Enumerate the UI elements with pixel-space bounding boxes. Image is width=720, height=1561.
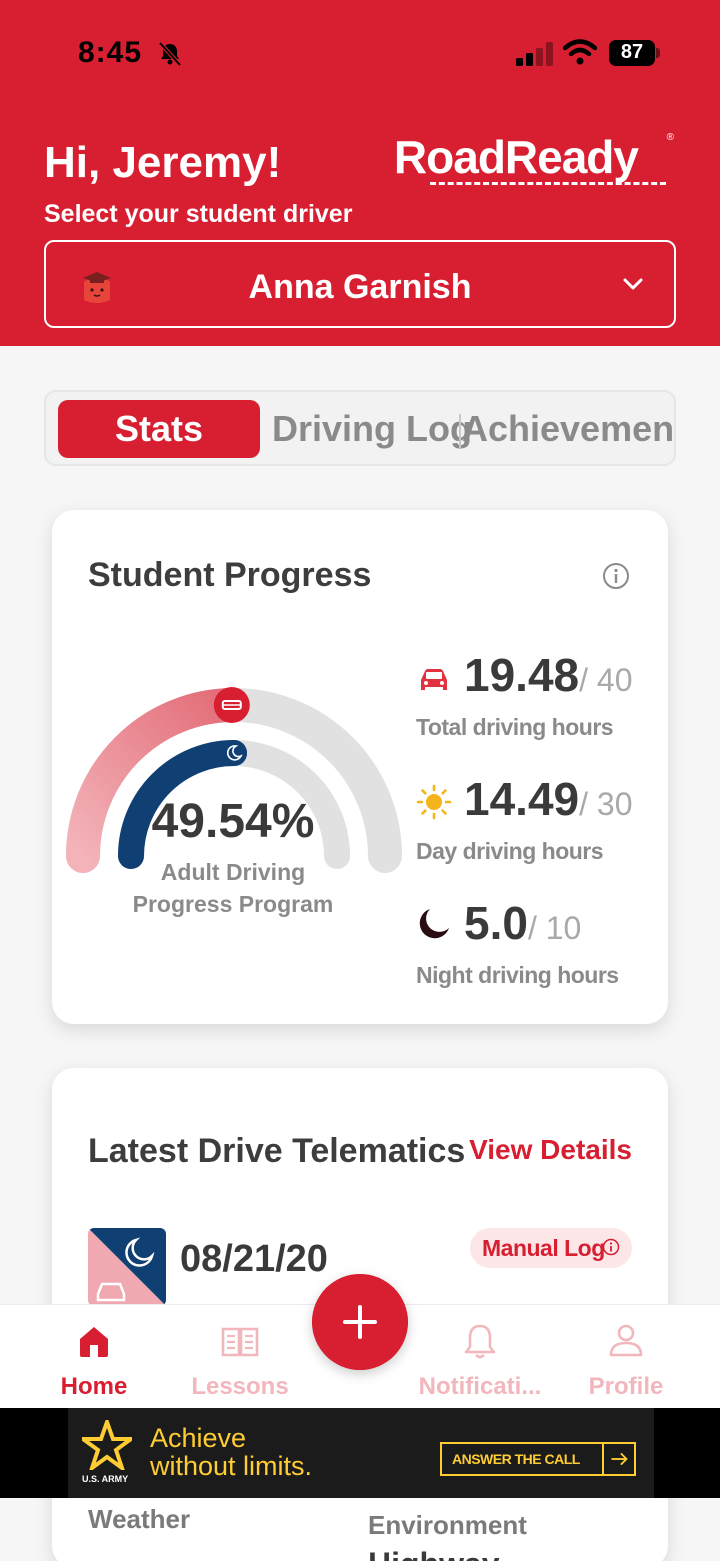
program-label: Adult Driving Progress Program — [132, 859, 334, 917]
arrow-right-icon — [602, 1444, 628, 1474]
selected-driver-name: Anna Garnish — [248, 268, 472, 306]
wifi-icon — [563, 39, 597, 65]
day-hours-label: Day driving hours — [416, 838, 604, 864]
student-progress-title: Student Progress — [88, 556, 372, 594]
total-hours-label: Total driving hours — [416, 714, 614, 740]
chevron-down-icon — [623, 278, 643, 290]
student-driver-dropdown[interactable]: Anna Garnish — [44, 240, 676, 328]
progress-percent: 49.54% — [151, 795, 315, 848]
sun-icon — [416, 784, 452, 820]
tab-driving-log[interactable]: Driving Log — [272, 400, 472, 458]
ad-line-1: Achieve — [150, 1423, 247, 1453]
battery-level: 87 — [620, 41, 644, 63]
view-details-link[interactable]: View Details — [469, 1134, 632, 1166]
logo-text: RoadReady — [393, 131, 639, 183]
nav-notifications-label: Notificati... — [418, 1373, 542, 1400]
registered-mark-icon: ® — [666, 132, 674, 143]
ad-headline: Achieve without limits. — [150, 1424, 312, 1480]
environment-label: Environment — [368, 1510, 527, 1540]
nav-profile[interactable]: Profile — [576, 1305, 676, 1409]
ad-cta-label: ANSWER THE CALL — [452, 1451, 580, 1467]
ad-cta-button[interactable]: ANSWER THE CALL — [440, 1442, 636, 1476]
ad-brand: U.S. ARMY — [82, 1474, 129, 1484]
battery-indicator: 87 — [609, 40, 661, 68]
dashboard-tabs: Stats Driving Log Achievemen — [44, 390, 676, 466]
drive-date: 08/21/20 — [180, 1238, 328, 1280]
greeting: Hi, Jeremy! — [44, 138, 282, 187]
logo-road-line — [430, 182, 666, 185]
day-hours-value: 14.49/ 30 — [464, 773, 633, 825]
nav-home-label: Home — [60, 1373, 128, 1400]
manual-log-badge[interactable]: Manual Log — [470, 1228, 632, 1268]
day-hours-stat: 14.49/ 30 Day driving hours — [416, 772, 656, 872]
student-progress-card: Student Progress 49.54% Adult Driving Pr… — [52, 510, 668, 1024]
nav-notifications[interactable]: Notificati... — [410, 1305, 550, 1409]
environment-value: Highway — [368, 1546, 500, 1561]
info-icon — [602, 1238, 620, 1256]
ad-line-2: without limits. — [150, 1451, 313, 1481]
tab-stats[interactable]: Stats — [58, 400, 260, 458]
ad-content: U.S. ARMY Achieve without limits. ANSWER… — [68, 1408, 654, 1498]
roadready-logo: RoadReady ® — [394, 130, 680, 192]
drive-thumbnail-icon — [88, 1228, 166, 1306]
total-hours-stat: 19.48/ 40 Total driving hours — [416, 648, 656, 748]
app-header: 8:45 87 Hi, Jeremy! Select your student … — [0, 0, 720, 346]
cellular-signal-icon — [516, 42, 553, 66]
info-icon[interactable] — [602, 562, 630, 590]
person-icon — [609, 1324, 643, 1357]
night-hours-label: Night driving hours — [416, 962, 619, 988]
home-icon — [80, 1327, 108, 1357]
status-time: 8:45 — [78, 36, 143, 69]
moon-icon — [419, 909, 449, 939]
gauge-moon-marker — [221, 740, 247, 766]
bell-icon — [464, 1324, 496, 1359]
total-hours-value: 19.48/ 40 — [464, 649, 633, 701]
nav-lessons[interactable]: Lessons — [180, 1305, 300, 1409]
nav-lessons-label: Lessons — [191, 1373, 289, 1400]
select-driver-label: Select your student driver — [44, 200, 353, 228]
add-drive-button[interactable] — [312, 1274, 408, 1370]
manual-log-label: Manual Log — [482, 1235, 605, 1261]
day-hours-goal: / 30 — [579, 786, 633, 822]
book-icon — [221, 1327, 259, 1357]
tab-achievements[interactable]: Achievemen — [462, 400, 674, 458]
total-hours-goal: / 40 — [579, 662, 633, 698]
status-bar: 8:45 87 — [0, 0, 720, 100]
gauge-car-marker — [213, 687, 250, 723]
nav-profile-label: Profile — [588, 1373, 664, 1400]
bell-off-icon — [158, 41, 182, 67]
nav-home[interactable]: Home — [44, 1305, 144, 1409]
tab-divider — [459, 414, 461, 448]
night-hours-stat: 5.0/ 10 Night driving hours — [416, 896, 656, 996]
night-hours-value: 5.0/ 10 — [464, 897, 582, 949]
ad-banner[interactable]: U.S. ARMY Achieve without limits. ANSWER… — [0, 1408, 720, 1498]
car-icon — [421, 669, 447, 690]
telematics-title: Latest Drive Telematics — [88, 1132, 466, 1170]
army-star-icon — [82, 1420, 132, 1470]
weather-label: Weather — [88, 1504, 191, 1534]
night-hours-goal: / 10 — [527, 910, 582, 946]
